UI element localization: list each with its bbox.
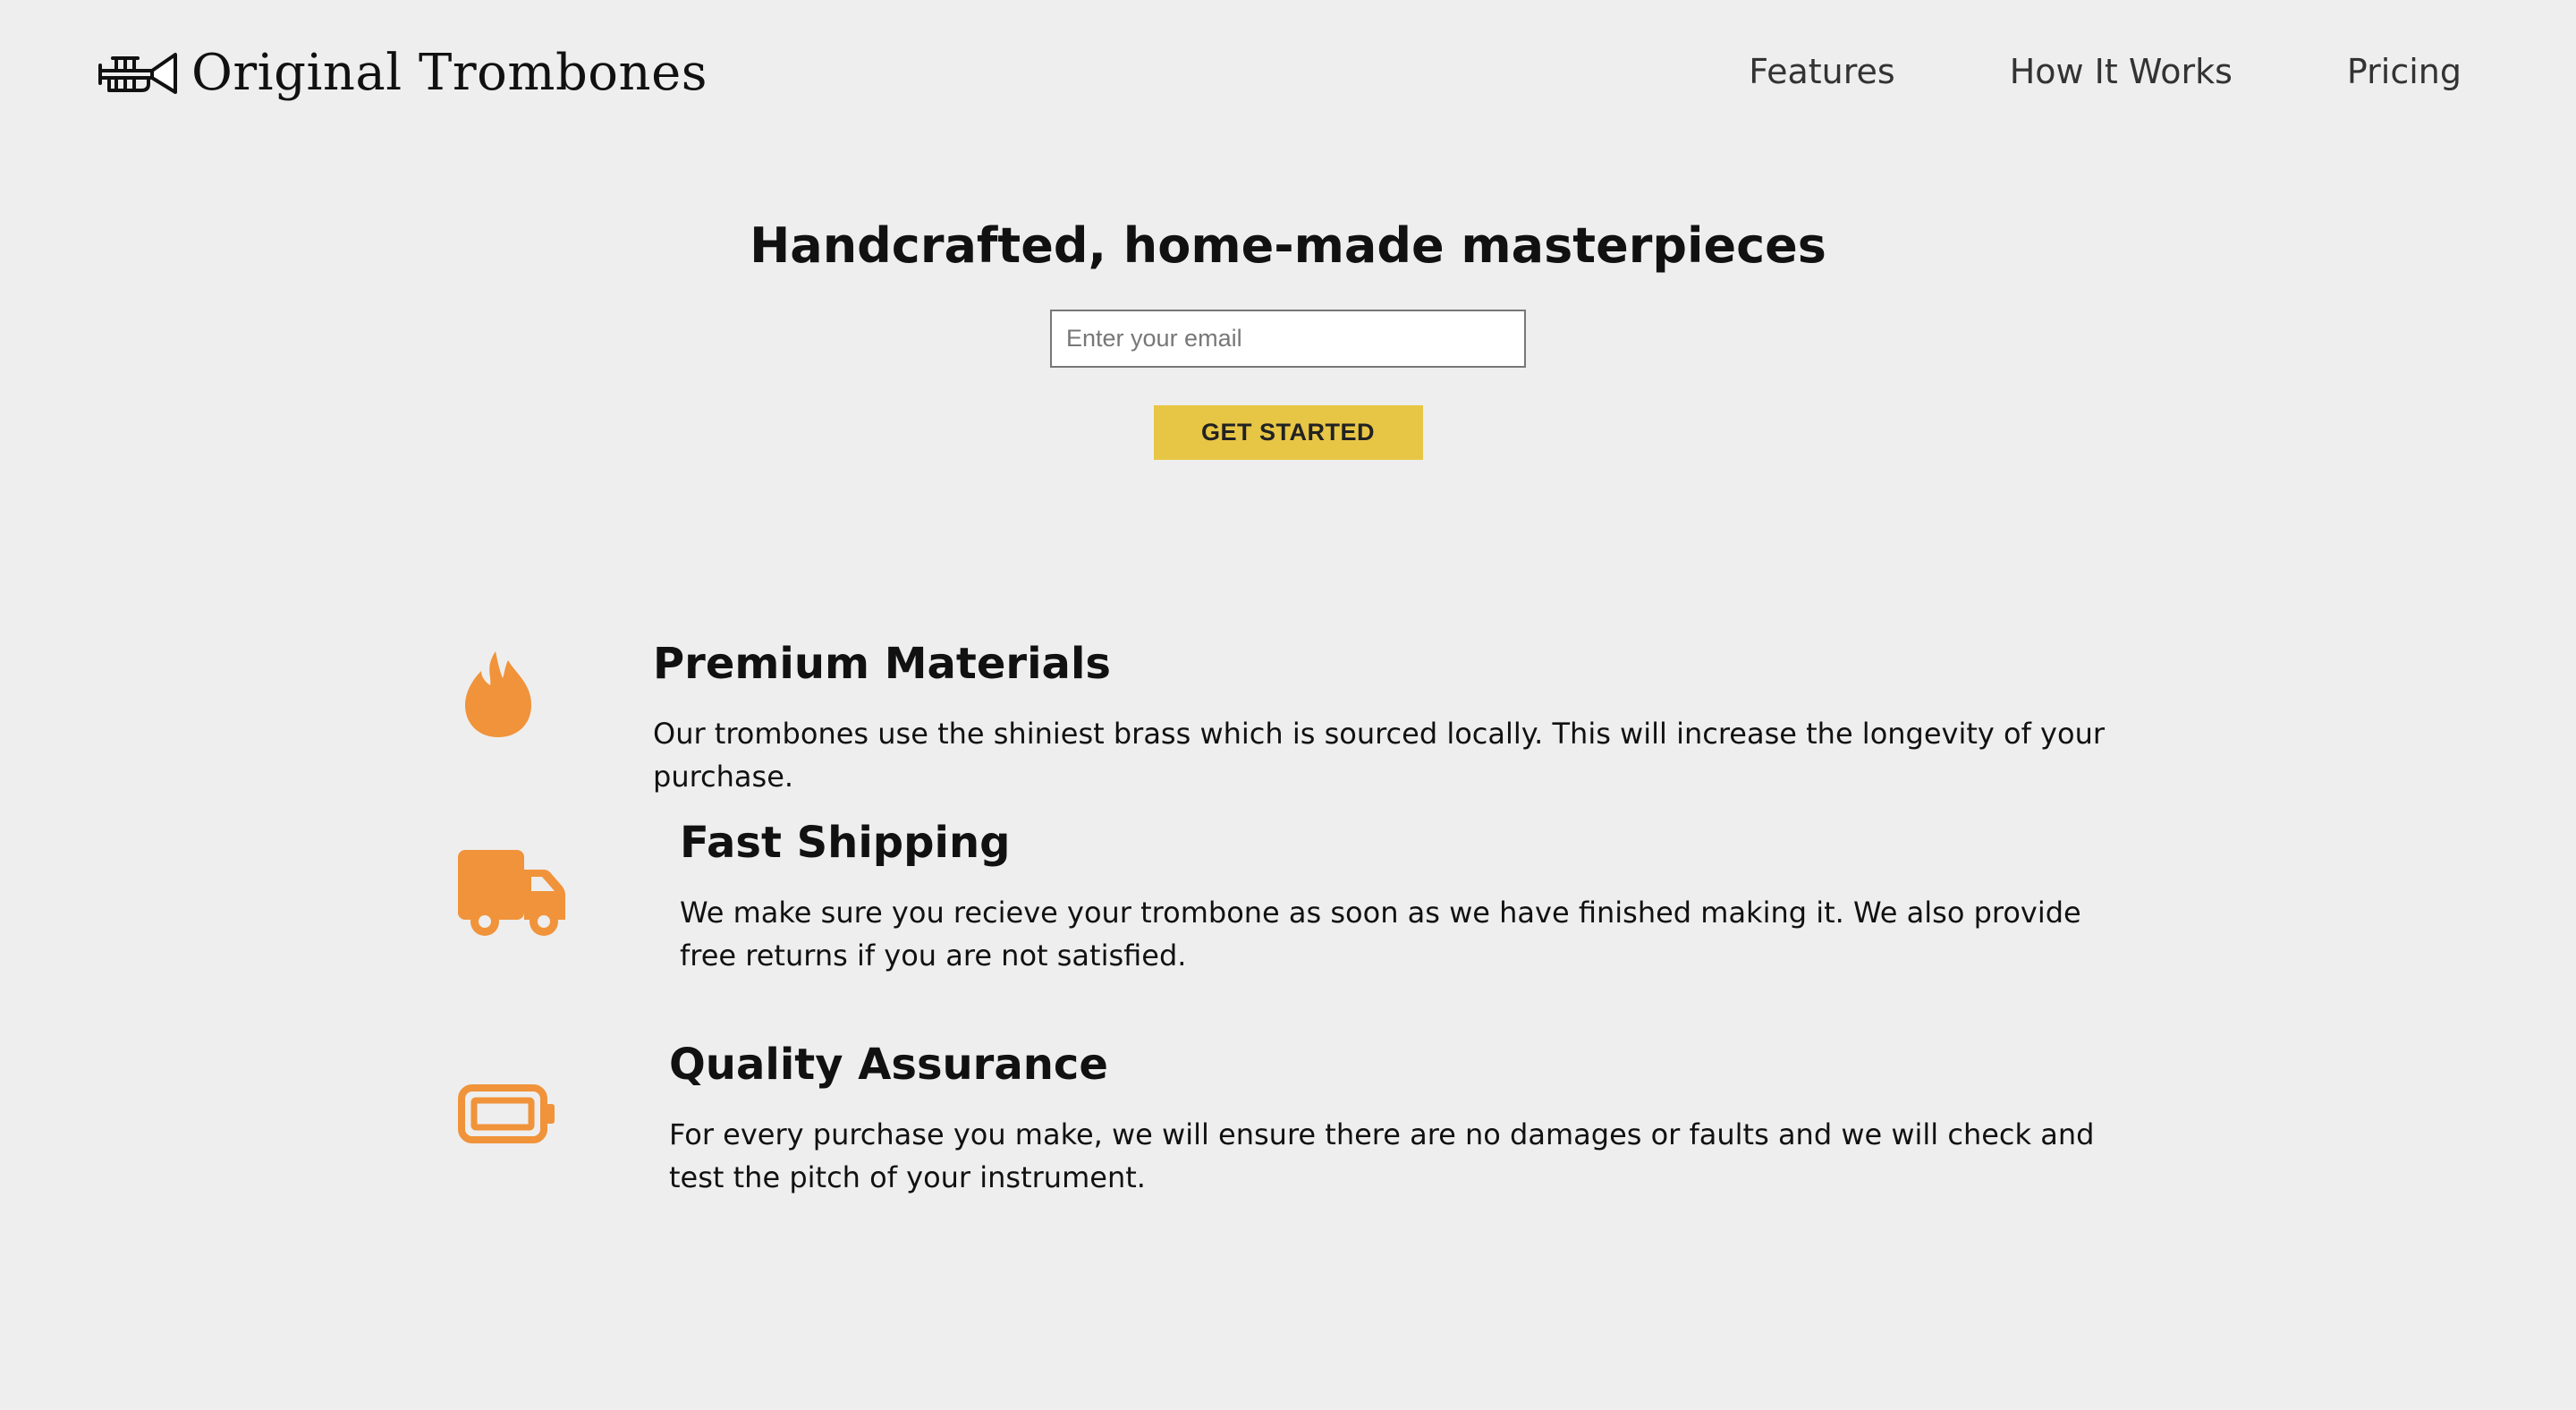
feature-title: Quality Assurance [669, 1040, 1108, 1090]
hero-title: Handcrafted, home-made masterpieces [750, 217, 1826, 274]
feature-title: Premium Materials [653, 639, 1111, 689]
feature-description: We make sure you recieve your trombone a… [680, 896, 2081, 973]
feature-title: Fast Shipping [680, 818, 1011, 868]
nav-link-pricing[interactable]: Pricing [2347, 52, 2462, 91]
brand-name: Original Trombones [191, 43, 708, 102]
main-nav: Features How It Works Pricing [1749, 52, 2462, 91]
landing-page: Original Trombones Features How It Works… [0, 0, 2576, 1410]
battery-icon [458, 1084, 555, 1143]
feature-description: For every purchase you make, we will ens… [669, 1117, 2095, 1194]
feature-description: Our trombones use the shiniest brass whi… [653, 717, 2105, 794]
nav-link-how-it-works[interactable]: How It Works [2010, 52, 2233, 91]
truck-icon [458, 850, 565, 936]
site-header: Original Trombones Features How It Works… [0, 0, 2576, 152]
flame-icon [465, 651, 531, 737]
hero-section: Handcrafted, home-made masterpieces GET … [0, 213, 2576, 460]
email-input[interactable] [1050, 310, 1526, 368]
get-started-button[interactable]: GET STARTED [1153, 405, 1423, 460]
brand-logo[interactable]: Original Trombones [97, 41, 708, 104]
nav-link-features[interactable]: Features [1749, 52, 1894, 91]
trombone-icon [98, 53, 177, 94]
